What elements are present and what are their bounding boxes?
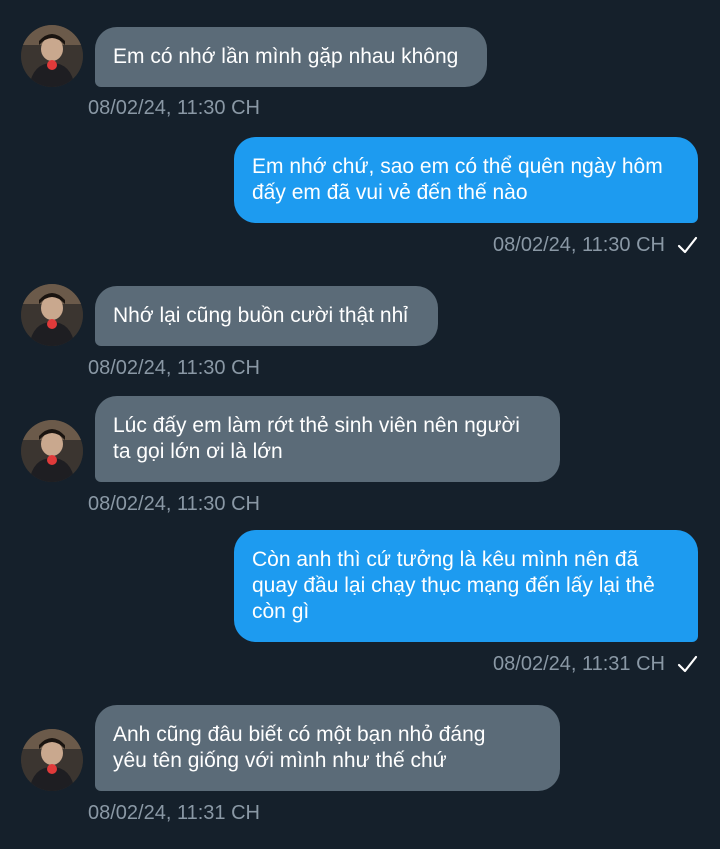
check-icon [677, 655, 698, 673]
avatar[interactable] [21, 420, 83, 482]
message-text: Nhớ lại cũng buồn cười thật nhỉ [113, 304, 408, 327]
message-text: Em nhớ chứ, sao em có thể quên ngày hôm … [252, 155, 663, 204]
message-bubble[interactable]: Em có nhớ lần mình gặp nhau không [95, 27, 487, 87]
message-timestamp: 08/02/24, 11:30 CH [493, 234, 665, 256]
message-timestamp: 08/02/24, 11:31 CH [88, 802, 260, 824]
avatar-photo-icon [21, 25, 83, 87]
avatar[interactable] [21, 729, 83, 791]
check-icon [677, 236, 698, 254]
message-timestamp: 08/02/24, 11:30 CH [88, 493, 260, 515]
message-bubble[interactable]: Em nhớ chứ, sao em có thể quên ngày hôm … [234, 137, 698, 223]
avatar[interactable] [21, 284, 83, 346]
message-timestamp: 08/02/24, 11:31 CH [493, 653, 665, 675]
message-bubble[interactable]: Còn anh thì cứ tưởng là kêu mình nên đã … [234, 530, 698, 642]
message-text: Còn anh thì cứ tưởng là kêu mình nên đã … [252, 548, 655, 623]
avatar-photo-icon [21, 729, 83, 791]
message-timestamp: 08/02/24, 11:30 CH [88, 97, 260, 119]
message-bubble[interactable]: Anh cũng đâu biết có một bạn nhỏ đáng yê… [95, 705, 560, 791]
message-text: Lúc đấy em làm rớt thẻ sinh viên nên ngư… [113, 414, 520, 463]
message-timestamp: 08/02/24, 11:30 CH [88, 357, 260, 379]
message-text: Anh cũng đâu biết có một bạn nhỏ đáng yê… [113, 723, 486, 772]
chat-thread[interactable]: Em có nhớ lần mình gặp nhau không 08/02/… [0, 0, 720, 849]
avatar-photo-icon [21, 420, 83, 482]
message-bubble[interactable]: Nhớ lại cũng buồn cười thật nhỉ [95, 286, 438, 346]
message-bubble[interactable]: Lúc đấy em làm rớt thẻ sinh viên nên ngư… [95, 396, 560, 482]
avatar-photo-icon [21, 284, 83, 346]
message-text: Em có nhớ lần mình gặp nhau không [113, 45, 459, 68]
avatar[interactable] [21, 25, 83, 87]
